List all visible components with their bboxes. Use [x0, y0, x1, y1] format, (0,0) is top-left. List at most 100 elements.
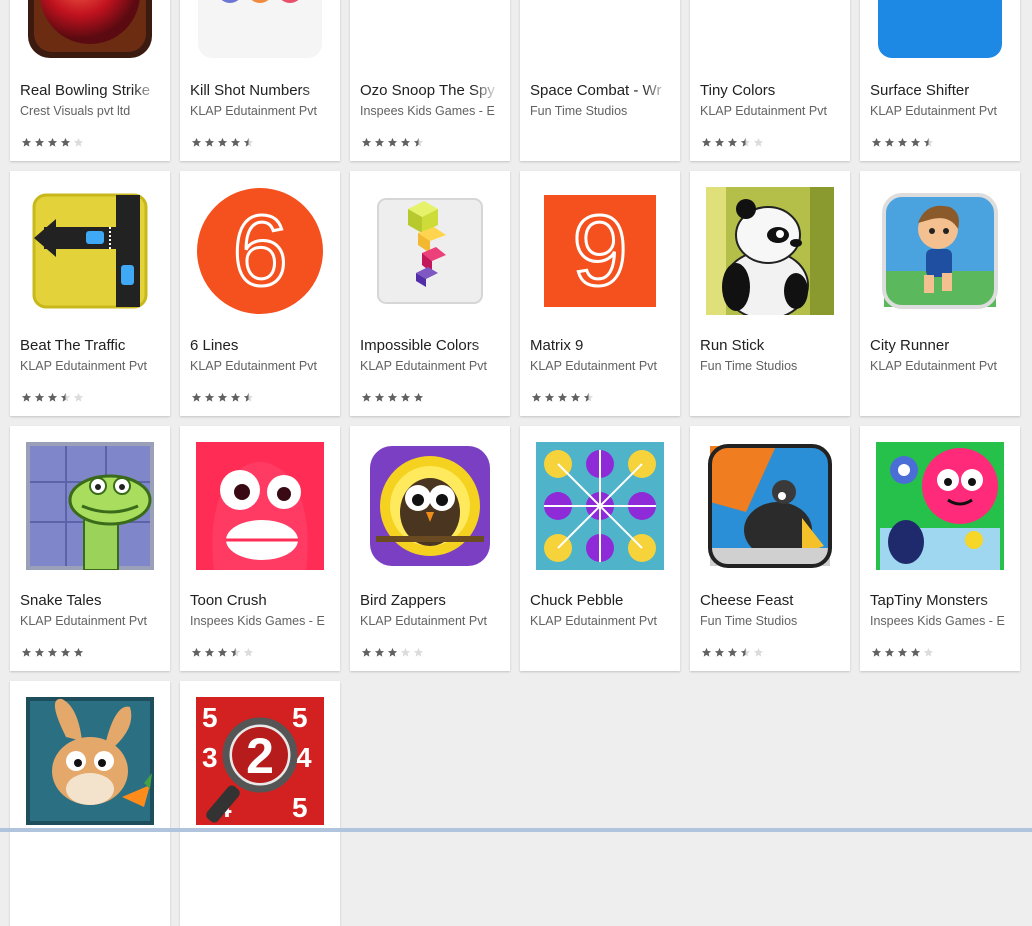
- app-title[interactable]: Surface Shifter: [870, 82, 1010, 100]
- pink-monster-icon[interactable]: [876, 442, 1004, 570]
- app-developer[interactable]: KLAP Edutainment Pvt: [700, 103, 838, 119]
- app-title[interactable]: Kill Shot Numbers: [190, 82, 330, 100]
- bird-icon[interactable]: [366, 442, 494, 570]
- app-card[interactable]: Ozo Snoop The Spy Inspees Kids Games - E: [350, 0, 510, 161]
- window-tiles-icon[interactable]: [876, 0, 1004, 60]
- app-card[interactable]: TapTiny Monsters Inspees Kids Games - E: [860, 426, 1020, 671]
- rabbit-icon[interactable]: [26, 697, 154, 825]
- bowling-ball-icon[interactable]: [26, 0, 154, 60]
- pebble-grid-icon[interactable]: [536, 442, 664, 570]
- app-title[interactable]: 6 Lines: [190, 337, 330, 355]
- app-title[interactable]: Real Bowling Strike: [20, 82, 160, 100]
- app-title[interactable]: Ozo Snoop The Spy: [360, 82, 500, 100]
- app-card[interactable]: Bird Zappers KLAP Edutainment Pvt: [350, 426, 510, 671]
- app-card[interactable]: Snake Tales KLAP Edutainment Pvt: [10, 426, 170, 671]
- app-card[interactable]: Kill Shot Numbers KLAP Edutainment Pvt: [180, 0, 340, 161]
- star-icon: [243, 392, 254, 403]
- app-developer[interactable]: KLAP Edutainment Pvt: [20, 358, 158, 374]
- app-developer[interactable]: KLAP Edutainment Pvt: [190, 358, 328, 374]
- app-developer[interactable]: Inspees Kids Games - E: [360, 103, 498, 119]
- star-icon: [374, 392, 385, 403]
- app-title[interactable]: Snake Tales: [20, 592, 160, 610]
- app-developer[interactable]: KLAP Edutainment Pvt: [360, 613, 498, 629]
- app-title[interactable]: Chuck Pebble: [530, 592, 670, 610]
- app-title[interactable]: Space Combat - Wr: [530, 82, 670, 100]
- star-icon: [21, 392, 32, 403]
- star-icon: [204, 137, 215, 148]
- app-card[interactable]: Tiny Colors KLAP Edutainment Pvt: [690, 0, 850, 161]
- star-rating: [191, 647, 254, 658]
- star-icon: [583, 392, 594, 403]
- app-title[interactable]: TapTiny Monsters: [870, 592, 1010, 610]
- star-icon: [740, 647, 751, 658]
- app-developer[interactable]: KLAP Edutainment Pvt: [530, 613, 668, 629]
- star-icon: [387, 392, 398, 403]
- app-title[interactable]: Impossible Colors: [360, 337, 500, 355]
- traffic-cars-icon[interactable]: [26, 187, 154, 315]
- app-card[interactable]: Surface Shifter KLAP Edutainment Pvt: [860, 0, 1020, 161]
- colored-dots-icon[interactable]: [196, 0, 324, 60]
- app-title[interactable]: Run Stick: [700, 337, 840, 355]
- app-title[interactable]: Beat The Traffic: [20, 337, 160, 355]
- app-card[interactable]: Space Combat - Wr Fun Time Studios: [520, 0, 680, 161]
- running-boy-icon[interactable]: [876, 187, 1004, 315]
- star-icon: [570, 392, 581, 403]
- star-icon: [73, 647, 84, 658]
- rat-cheese-icon[interactable]: [706, 442, 834, 570]
- magnifier-number-icon[interactable]: 5534452: [196, 697, 324, 825]
- star-icon: [230, 392, 241, 403]
- app-developer[interactable]: Fun Time Studios: [700, 358, 838, 374]
- app-title[interactable]: Matrix 9: [530, 337, 670, 355]
- stacked-cubes-icon[interactable]: [366, 187, 494, 315]
- star-icon: [361, 647, 372, 658]
- color-diamond-icon[interactable]: [706, 0, 834, 60]
- app-card[interactable]: 9 Matrix 9 KLAP Edutainment Pvt: [520, 171, 680, 416]
- app-card[interactable]: Run Stick Fun Time Studios: [690, 171, 850, 416]
- app-developer[interactable]: Inspees Kids Games - E: [870, 613, 1008, 629]
- star-icon: [204, 392, 215, 403]
- app-card[interactable]: 6 6 Lines KLAP Edutainment Pvt: [180, 171, 340, 416]
- star-icon: [701, 137, 712, 148]
- app-card[interactable]: Impossible Colors KLAP Edutainment Pvt: [350, 171, 510, 416]
- number-six-icon[interactable]: 6: [196, 187, 324, 315]
- app-developer[interactable]: KLAP Edutainment Pvt: [870, 358, 1008, 374]
- star-icon: [923, 137, 934, 148]
- app-developer[interactable]: KLAP Edutainment Pvt: [530, 358, 668, 374]
- app-card[interactable]: Chuck Pebble KLAP Edutainment Pvt: [520, 426, 680, 671]
- star-icon: [884, 137, 895, 148]
- app-title[interactable]: Bird Zappers: [360, 592, 500, 610]
- app-title[interactable]: Tiny Colors: [700, 82, 840, 100]
- app-developer[interactable]: KLAP Edutainment Pvt: [360, 358, 498, 374]
- app-title[interactable]: Toon Crush: [190, 592, 330, 610]
- star-icon: [191, 392, 202, 403]
- star-icon: [361, 137, 372, 148]
- app-developer[interactable]: Crest Visuals pvt ltd: [20, 103, 158, 119]
- app-card[interactable]: 5534452: [180, 681, 340, 926]
- app-developer[interactable]: KLAP Edutainment Pvt: [870, 103, 1008, 119]
- app-card[interactable]: City Runner KLAP Edutainment Pvt: [860, 171, 1020, 416]
- app-title[interactable]: Cheese Feast: [700, 592, 840, 610]
- app-card[interactable]: Beat The Traffic KLAP Edutainment Pvt: [10, 171, 170, 416]
- app-developer[interactable]: KLAP Edutainment Pvt: [20, 613, 158, 629]
- app-card[interactable]: Toon Crush Inspees Kids Games - E: [180, 426, 340, 671]
- spaceship-icon[interactable]: [536, 0, 664, 60]
- app-title[interactable]: City Runner: [870, 337, 1010, 355]
- star-icon: [243, 137, 254, 148]
- app-developer[interactable]: Inspees Kids Games - E: [190, 613, 328, 629]
- blue-diamond-icon[interactable]: [366, 0, 494, 60]
- star-icon: [413, 647, 424, 658]
- app-card[interactable]: Real Bowling Strike Crest Visuals pvt ltd: [10, 0, 170, 161]
- panda-icon[interactable]: [706, 187, 834, 315]
- star-icon: [60, 137, 71, 148]
- app-developer[interactable]: Fun Time Studios: [700, 613, 838, 629]
- app-card[interactable]: [10, 681, 170, 926]
- app-developer[interactable]: KLAP Edutainment Pvt: [190, 103, 328, 119]
- star-rating: [701, 137, 764, 148]
- app-card[interactable]: Cheese Feast Fun Time Studios: [690, 426, 850, 671]
- red-monster-icon[interactable]: [196, 442, 324, 570]
- snake-icon[interactable]: [26, 442, 154, 570]
- star-icon: [910, 137, 921, 148]
- app-developer[interactable]: Fun Time Studios: [530, 103, 668, 119]
- star-icon: [897, 137, 908, 148]
- number-nine-icon[interactable]: 9: [536, 187, 664, 315]
